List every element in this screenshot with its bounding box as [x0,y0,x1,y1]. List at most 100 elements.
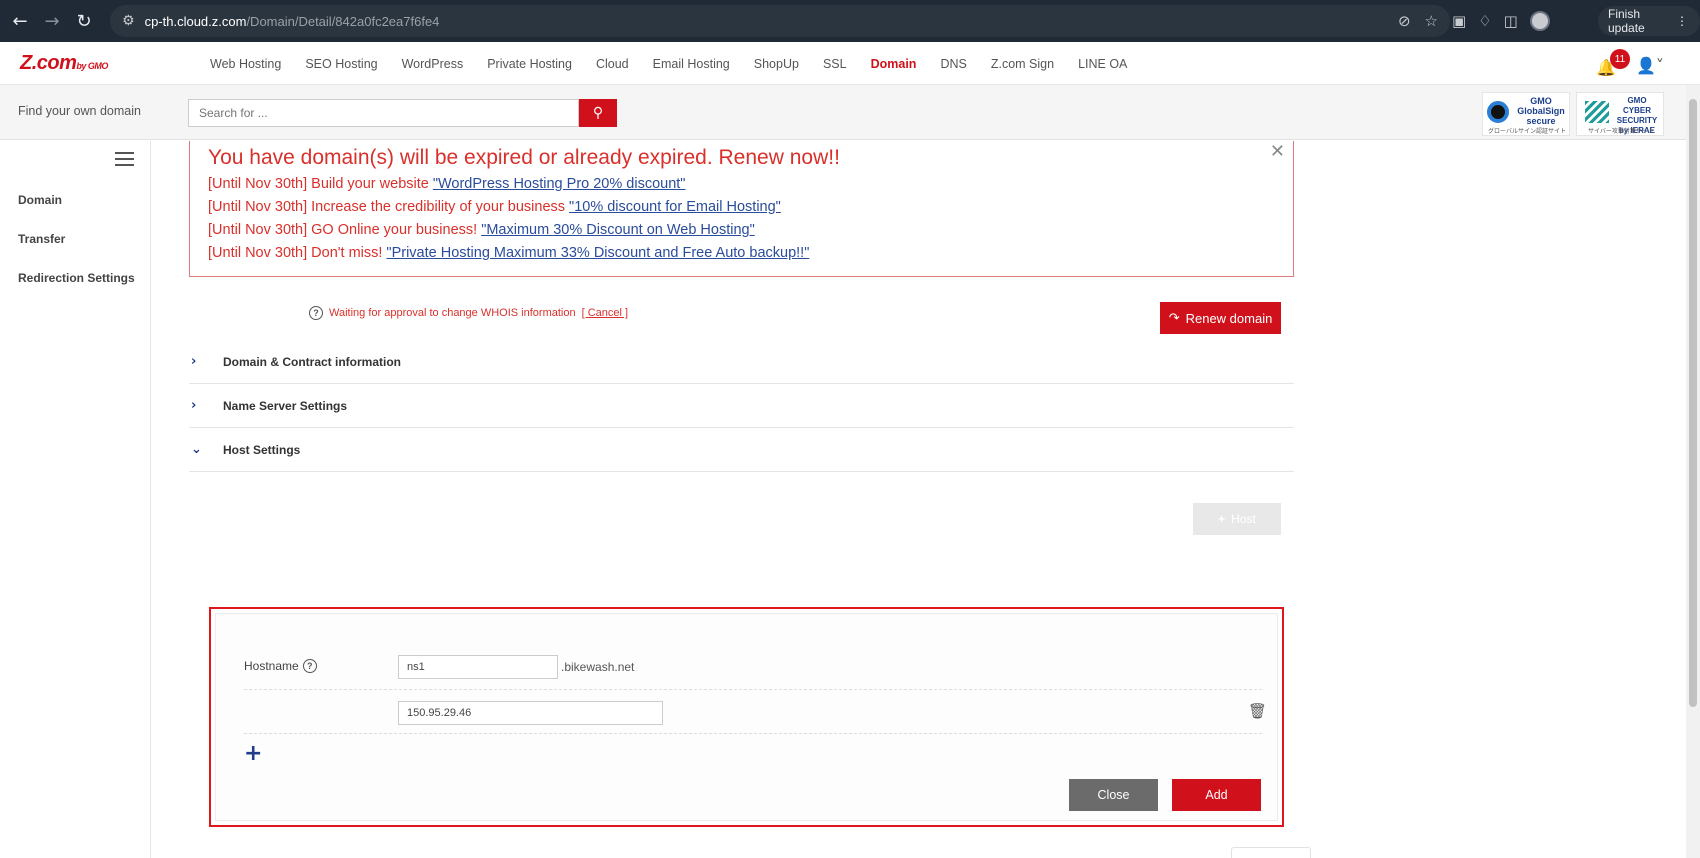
whois-waiting-text: Waiting for approval to change WHOIS inf… [329,307,576,319]
alert-line-text: [Until Nov 30th] Increase the credibilit… [208,199,566,215]
nav-wordpress[interactable]: WordPress [402,57,464,71]
puzzle-icon[interactable]: ◫ [1504,12,1518,30]
extension-icon[interactable]: ♢ [1478,12,1491,30]
site-header: Z.comby GMO Web Hosting SEO Hosting Word… [0,42,1700,85]
sidebar-item-redirection-settings[interactable]: Redirection Settings [18,271,135,285]
site-settings-icon[interactable]: ⚙ [122,13,135,29]
nav-ssl[interactable]: SSL [823,57,847,71]
top-navigation: Web Hosting SEO Hosting WordPress Privat… [198,42,1139,85]
bookmark-star-icon[interactable]: ☆ [1425,12,1438,30]
hostname-input[interactable] [398,655,558,679]
address-bar[interactable]: ⚙ cp-th.cloud.z.com /Domain/Detail/842a0… [110,5,1450,37]
url-host: cp-th.cloud.z.com [144,13,247,29]
ierae-badge[interactable]: GMO CYBER SECURITY by IERAE サイバー攻撃対策サイト [1576,92,1664,136]
alert-line-text: [Until Nov 30th] Don't miss! [208,245,383,261]
more-vert-icon: ⋮ [1676,14,1688,28]
ierae-caption: サイバー攻撃対策サイト [1588,129,1654,135]
whois-status: ? Waiting for approval to change WHOIS i… [309,306,628,320]
profile-avatar[interactable] [1529,11,1550,31]
nav-line-oa[interactable]: LINE OA [1078,57,1127,71]
left-sidebar: Domain Transfer Redirection Settings [0,141,151,858]
extensions-group: ▣ ♢ ◫ [1452,7,1550,35]
domain-search-bar: Find your own domain ⚲ GMO GlobalSign se… [0,85,1700,140]
promo-link[interactable]: "WordPress Hosting Pro 20% discount" [433,176,686,192]
chevron-right-icon: › [191,398,197,413]
search-icon[interactable]: ⚲ [579,99,617,127]
forward-arrow-icon[interactable]: → [36,5,68,37]
find-domain-label: Find your own domain [18,104,141,118]
eye-off-icon[interactable]: ⊘ [1398,12,1411,30]
trash-icon[interactable]: 🗑 [1248,702,1267,720]
hostname-label-text: Hostname [244,659,299,673]
help-icon[interactable]: ? [302,659,317,673]
ip-address-input[interactable] [398,701,663,725]
domain-search-input[interactable] [188,99,579,127]
nav-private-hosting[interactable]: Private Hosting [487,57,572,71]
accordion-label: Name Server Settings [223,398,348,413]
divider [244,689,1262,690]
add-host-button[interactable]: + Host [1193,503,1281,535]
nav-web-hosting[interactable]: Web Hosting [210,57,281,71]
user-icon[interactable]: 👤˅ [1636,56,1664,75]
promo-link[interactable]: "10% discount for Email Hosting" [569,199,781,215]
chevron-right-icon: › [191,354,197,369]
expiry-alert: You have domain(s) will be expired or al… [189,141,1294,277]
alert-line-text: [Until Nov 30th] GO Online your business… [208,222,478,238]
logo-text: Z.com [20,52,77,74]
nav-domain[interactable]: Domain [871,57,917,71]
sidebar-item-transfer[interactable]: Transfer [18,232,65,246]
globalsign-title: GMO GlobalSign secure [1517,96,1565,126]
next-section-edge [1231,847,1311,858]
hamburger-menu-icon[interactable] [115,152,134,166]
accordion-host-settings[interactable]: ⌄ Host Settings [189,428,1294,472]
logo-sub: by GMO [76,61,108,71]
renew-domain-button[interactable]: ↷ Renew domain [1160,302,1281,334]
renew-icon: ↷ [1168,310,1180,326]
promo-link[interactable]: "Private Hosting Maximum 33% Discount an… [386,245,809,261]
browser-toolbar: ← → ↻ ⚙ cp-th.cloud.z.com /Domain/Detail… [0,0,1700,42]
zcom-logo[interactable]: Z.comby GMO [20,52,108,75]
globalsign-badge[interactable]: GMO GlobalSign secure グローバルサイン認証サイト [1482,92,1570,136]
back-arrow-icon[interactable]: ← [4,5,36,37]
chevron-down-icon: ⌄ [191,442,202,457]
accordion-label: Host Settings [223,442,301,457]
url-path: /Domain/Detail/842a0fc2ea7f6fe4 [246,13,440,29]
promo-link[interactable]: "Maximum 30% Discount on Web Hosting" [481,222,755,238]
nav-shopup[interactable]: ShopUp [754,57,799,71]
cancel-whois-link[interactable]: [ Cancel ] [582,307,628,319]
nav-cloud[interactable]: Cloud [596,57,629,71]
nav-seo-hosting[interactable]: SEO Hosting [305,57,377,71]
alert-line: [Until Nov 30th] GO Online your business… [208,222,755,238]
accordion-name-server[interactable]: › Name Server Settings [189,384,1294,428]
ierae-logo-icon [1585,101,1609,123]
alert-line: [Until Nov 30th] Increase the credibilit… [208,199,781,215]
add-ip-plus-icon[interactable]: + [244,741,262,766]
globalsign-caption: グローバルサイン認証サイト [1488,129,1566,135]
add-button[interactable]: Add [1172,779,1261,811]
sidebar-item-domain[interactable]: Domain [18,193,62,207]
plus-icon: + [1218,512,1226,526]
accordion-domain-contract[interactable]: › Domain & Contract information [189,340,1294,384]
domain-suffix: .bikewash.net [561,660,635,674]
globalsign-eye-icon [1487,101,1509,123]
alert-line-text: [Until Nov 30th] Build your website [208,176,429,192]
nav-dns[interactable]: DNS [940,57,966,71]
reload-icon[interactable]: ↻ [68,5,100,37]
scroll-thumb[interactable] [1689,99,1697,707]
renew-domain-label: Renew domain [1185,310,1273,326]
accordion-label: Domain & Contract information [223,354,402,369]
nav-zcom-sign[interactable]: Z.com Sign [991,57,1054,71]
alert-title: You have domain(s) will be expired or al… [208,146,840,169]
finish-update-button[interactable]: Finish update ⋮ [1598,6,1700,36]
help-icon[interactable]: ? [309,306,323,320]
add-host-label: Host [1231,512,1256,526]
host-form-inner: Hostname ? .bikewash.net 🗑 + Close Add [215,613,1278,821]
alert-line: [Until Nov 30th] Build your website "Word… [208,176,685,192]
alert-line: [Until Nov 30th] Don't miss! "Private Hos… [208,245,809,261]
close-icon[interactable]: ✕ [1270,141,1285,162]
nav-email-hosting[interactable]: Email Hosting [653,57,730,71]
close-button[interactable]: Close [1069,779,1158,811]
finish-update-label: Finish update [1608,7,1645,35]
page-scrollbar[interactable] [1686,85,1700,858]
translate-icon[interactable]: ▣ [1452,12,1466,30]
